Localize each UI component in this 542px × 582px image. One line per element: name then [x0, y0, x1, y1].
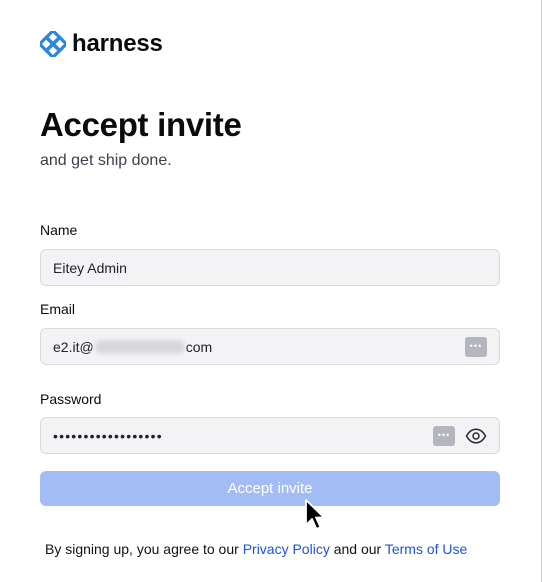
name-label: Name: [40, 222, 78, 238]
page-subtitle: and get ship done.: [40, 152, 172, 169]
eye-icon[interactable]: [465, 427, 487, 444]
harness-logo-icon: [40, 31, 66, 57]
brand-name: harness: [72, 30, 163, 57]
terms-middle-text: and our: [329, 541, 385, 557]
redacted-email-domain: [94, 339, 185, 354]
terms-of-use-link[interactable]: Terms of Use: [385, 541, 467, 557]
page-title: Accept invite: [40, 106, 242, 143]
brand-logo: harness: [40, 30, 163, 58]
password-input[interactable]: ••••••••••••••••••: [53, 428, 433, 444]
password-field[interactable]: •••••••••••••••••• •••: [40, 417, 500, 454]
signup-page: harness Accept invite and get ship done.…: [0, 0, 542, 582]
name-input[interactable]: [53, 259, 487, 276]
privacy-policy-link[interactable]: Privacy Policy: [243, 541, 330, 557]
email-value-start: e2.it@: [53, 338, 94, 355]
email-field[interactable]: e2.it@ com •••: [40, 328, 500, 365]
email-value-end: com: [185, 338, 213, 355]
mouse-pointer-icon: [305, 499, 325, 530]
accept-invite-button[interactable]: Accept invite: [40, 471, 500, 506]
name-field[interactable]: [40, 249, 500, 286]
password-label: Password: [40, 391, 102, 407]
password-manager-key-icon[interactable]: •••: [433, 425, 455, 446]
email-input[interactable]: e2.it@ com: [53, 339, 465, 355]
password-manager-key-icon[interactable]: •••: [465, 336, 487, 357]
terms-prefix-text: By signing up, you agree to our: [45, 541, 243, 557]
terms-notice: By signing up, you agree to our Privacy …: [45, 541, 467, 557]
email-label: Email: [40, 301, 76, 317]
